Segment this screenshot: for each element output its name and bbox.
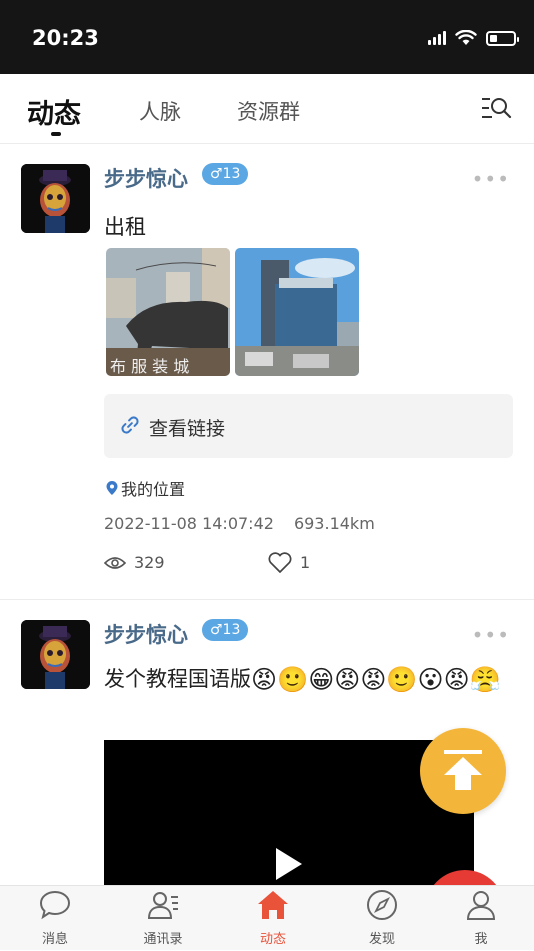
avatar[interactable] bbox=[21, 164, 90, 233]
emoji: 🙂 bbox=[277, 665, 309, 694]
arrow-up-icon bbox=[444, 750, 482, 790]
emoji: 😮 bbox=[417, 665, 444, 694]
post-meta: 2022-11-08 14:07:42 693.14km bbox=[104, 514, 375, 533]
gender-age-badge: ♂13 bbox=[202, 163, 249, 185]
tab-connections[interactable]: 人脉 bbox=[139, 96, 181, 126]
nav-item-dynamic[interactable]: 动态 bbox=[220, 886, 326, 951]
person-icon bbox=[466, 891, 496, 920]
nav-label: 我 bbox=[474, 932, 488, 947]
view-link-card[interactable]: 查看链接 bbox=[104, 394, 513, 458]
nav-label: 动态 bbox=[259, 932, 286, 947]
view-link-label: 查看链接 bbox=[149, 418, 226, 440]
emoji: 😡 bbox=[334, 665, 361, 694]
link-icon bbox=[121, 416, 139, 434]
battery-icon bbox=[486, 30, 519, 46]
chat-bubble-icon bbox=[39, 890, 71, 920]
signal-icon bbox=[428, 31, 446, 45]
like-button[interactable]: 1 bbox=[268, 552, 310, 573]
search-filter-icon[interactable] bbox=[480, 94, 512, 122]
nav-item-messages[interactable]: 消息 bbox=[2, 886, 108, 951]
video-player[interactable] bbox=[104, 740, 474, 885]
post-image-office-building[interactable] bbox=[235, 248, 359, 376]
scroll-to-top-button[interactable] bbox=[420, 728, 506, 814]
emoji: 😡 bbox=[251, 665, 278, 694]
emoji: 😡 bbox=[360, 665, 387, 694]
location-pin-icon bbox=[106, 481, 118, 495]
post: 步步惊心 ♂13 ••• 出租 布 服 装 城 查看链接 我的位置 2022-1… bbox=[0, 145, 534, 600]
nav-label: 发现 bbox=[368, 932, 395, 947]
more-options-icon[interactable]: ••• bbox=[472, 167, 510, 191]
bottom-nav: 消息 通讯录 动态 发现 我 bbox=[0, 885, 534, 950]
location-label: 我的位置 bbox=[121, 480, 186, 499]
emoji: 😤 bbox=[469, 665, 501, 694]
nav-label: 通讯录 bbox=[143, 932, 183, 947]
like-count-value: 1 bbox=[300, 553, 311, 572]
post-text-content: 发个教程国语版 bbox=[104, 667, 251, 691]
status-icons bbox=[428, 30, 519, 46]
post-image-bull-statue[interactable]: 布 服 装 城 bbox=[106, 248, 230, 376]
nav-item-contacts[interactable]: 通讯录 bbox=[110, 886, 216, 951]
nav-item-me[interactable]: 我 bbox=[428, 886, 534, 951]
active-tab-indicator bbox=[51, 132, 61, 136]
post-distance: 693.14km bbox=[293, 514, 375, 533]
eye-icon bbox=[104, 556, 126, 569]
status-time: 20:23 bbox=[32, 26, 99, 50]
username[interactable]: 步步惊心 bbox=[104, 163, 188, 193]
nav-item-discover[interactable]: 发现 bbox=[329, 886, 435, 951]
tab-resource-groups[interactable]: 资源群 bbox=[237, 96, 300, 126]
svg-text:布 服 装 城: 布 服 装 城 bbox=[110, 357, 189, 376]
gender-age-badge: ♂13 bbox=[202, 619, 249, 641]
emoji: 🙂 bbox=[386, 665, 418, 694]
username[interactable]: 步步惊心 bbox=[104, 619, 188, 649]
view-count-value: 329 bbox=[134, 553, 165, 572]
post-text: 发个教程国语版😡🙂😁😡😡🙂😮😡😤 bbox=[104, 662, 514, 696]
compass-icon bbox=[367, 890, 397, 920]
location[interactable]: 我的位置 bbox=[105, 476, 185, 500]
status-bar: 20:23 bbox=[0, 0, 534, 74]
wifi-icon bbox=[455, 30, 477, 45]
view-count: 329 bbox=[104, 553, 165, 572]
emoji: 😁 bbox=[308, 665, 335, 694]
play-icon[interactable] bbox=[274, 846, 304, 882]
contacts-icon bbox=[147, 892, 178, 919]
more-options-icon[interactable]: ••• bbox=[472, 623, 510, 647]
post-text: 出租 bbox=[104, 215, 146, 239]
nav-label: 消息 bbox=[41, 932, 68, 947]
avatar[interactable] bbox=[21, 620, 90, 689]
top-tab-bar: 动态 人脉 资源群 bbox=[0, 74, 534, 144]
tab-dynamic[interactable]: 动态 bbox=[27, 92, 81, 131]
post-datetime: 2022-11-08 14:07:42 bbox=[104, 514, 274, 533]
home-icon bbox=[258, 891, 288, 919]
emoji: 😡 bbox=[443, 665, 470, 694]
heart-icon bbox=[268, 552, 292, 573]
